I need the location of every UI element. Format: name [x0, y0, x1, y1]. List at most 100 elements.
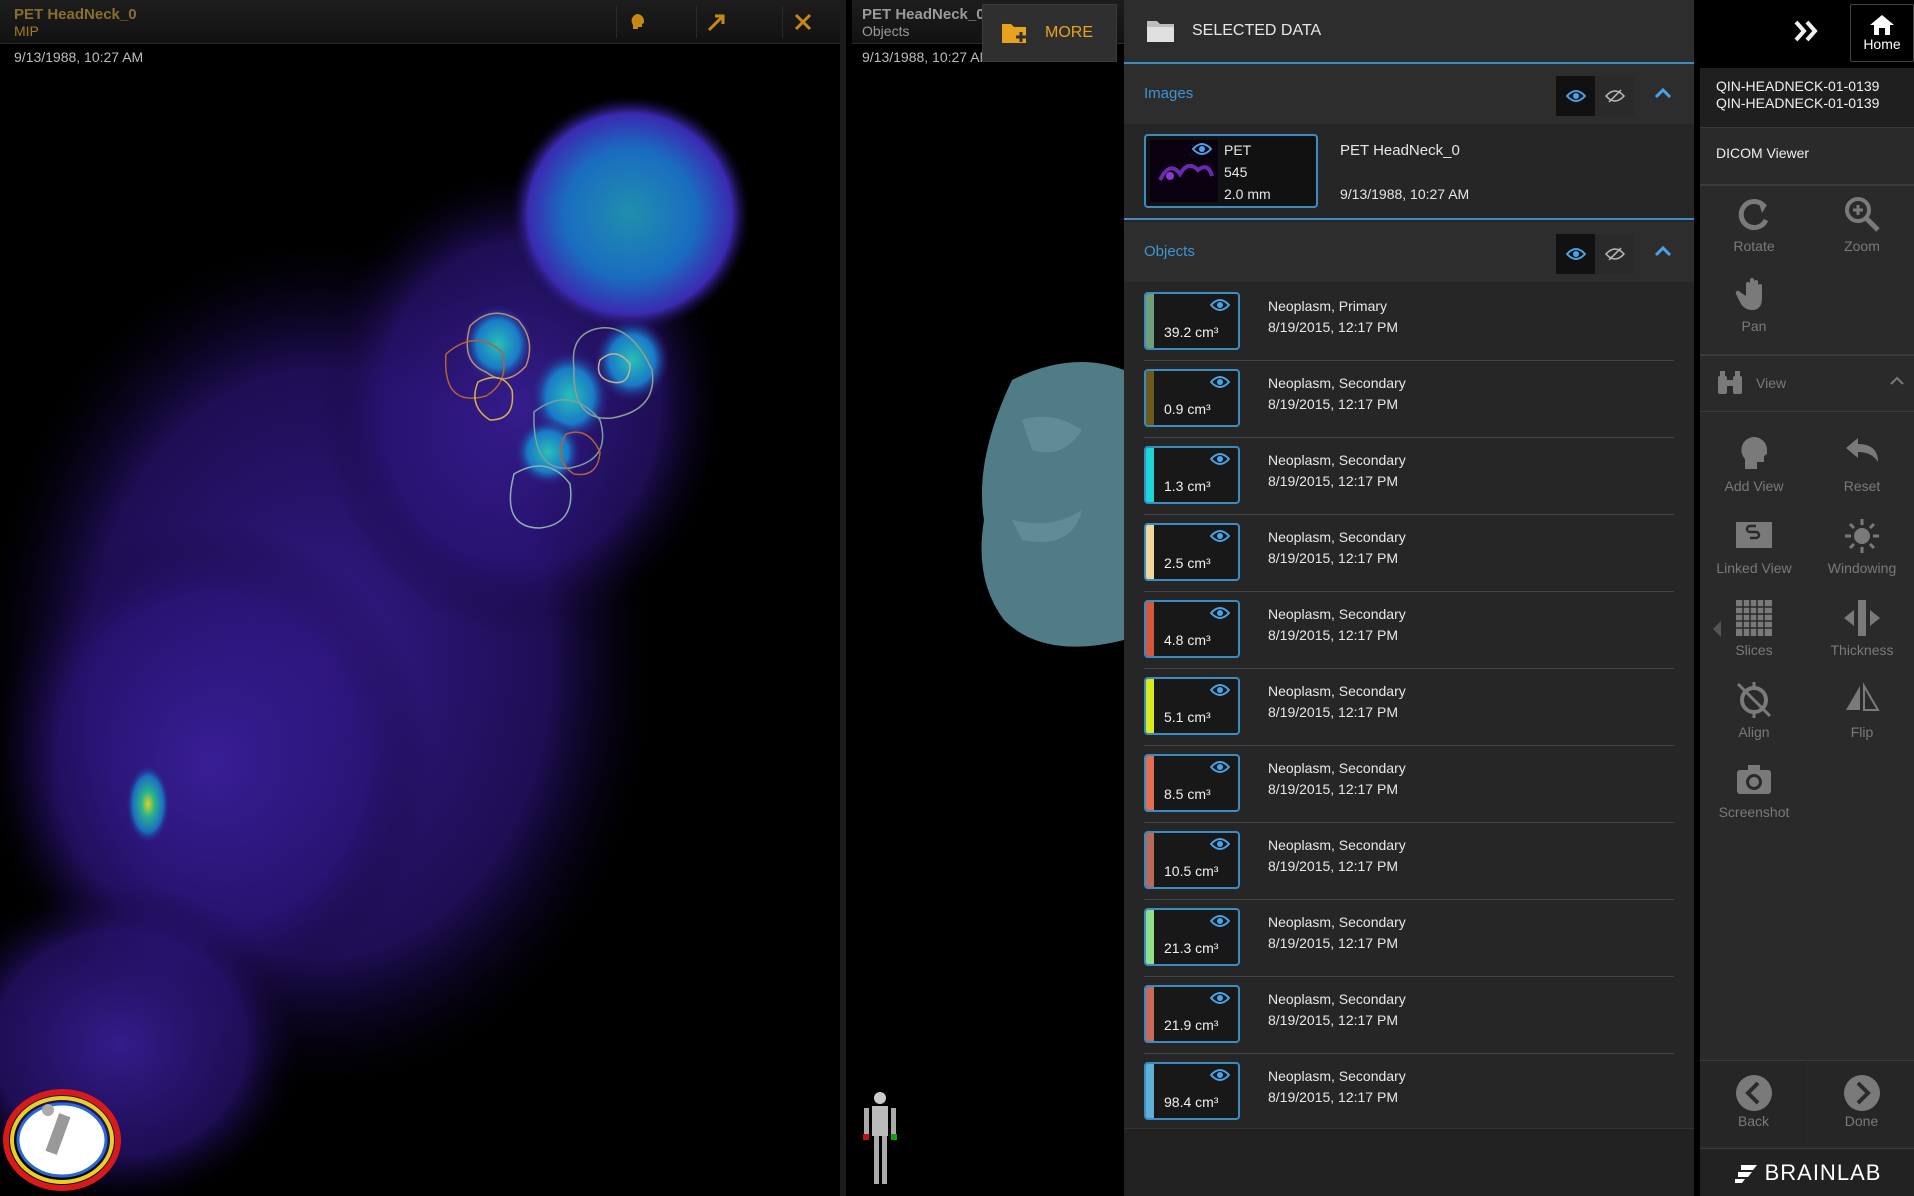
arrow-icon[interactable]	[696, 6, 736, 38]
object-thumbnail[interactable]: 5.1 cm³	[1144, 677, 1240, 735]
images-section-header: Images	[1124, 64, 1694, 124]
object-name: Neoplasm, Secondary	[1268, 760, 1406, 776]
zoom-button[interactable]: Zoom	[1808, 194, 1914, 264]
panel-footer	[1124, 1128, 1694, 1196]
eye-icon[interactable]	[1210, 1068, 1230, 1082]
object-item[interactable]: 10.5 cm³ Neoplasm, Secondary 8/19/2015, 12…	[1124, 823, 1694, 900]
eye-icon[interactable]	[1210, 529, 1230, 543]
object-name: Neoplasm, Secondary	[1268, 837, 1406, 853]
object-thumbnail[interactable]: 21.3 cm³	[1144, 908, 1240, 966]
object-color-bar	[1146, 987, 1154, 1041]
eye-icon[interactable]	[1210, 375, 1230, 389]
home-icon	[1870, 15, 1894, 35]
object-thumbnail[interactable]: 0.9 cm³	[1144, 369, 1240, 427]
object-item[interactable]: 39.2 cm³ Neoplasm, Primary 8/19/2015, 12:1…	[1124, 284, 1694, 361]
eye-icon[interactable]	[1192, 142, 1212, 156]
eye-icon[interactable]	[1210, 837, 1230, 851]
object-thumbnail[interactable]: 10.5 cm³	[1144, 831, 1240, 889]
object-date: 8/19/2015, 12:17 PM	[1268, 550, 1398, 566]
eye-icon[interactable]	[1210, 914, 1230, 928]
image-thumbnail[interactable]: PET 545 2.0 mm	[1144, 134, 1318, 208]
object-color-bar	[1146, 756, 1154, 810]
object-item[interactable]: 8.5 cm³ Neoplasm, Secondary 8/19/2015, 12:…	[1124, 746, 1694, 823]
object-item[interactable]: 0.9 cm³ Neoplasm, Secondary 8/19/2015, 12:…	[1124, 361, 1694, 438]
eye-icon[interactable]	[1210, 606, 1230, 620]
pan-hand-icon	[1735, 278, 1762, 310]
object-thumbnail[interactable]: 98.4 cm³	[1144, 1062, 1240, 1120]
align-button[interactable]: Align	[1700, 680, 1808, 750]
objects-list: 39.2 cm³ Neoplasm, Primary 8/19/2015, 12:1…	[1124, 284, 1694, 1131]
object-thumbnail[interactable]: 21.9 cm³	[1144, 985, 1240, 1043]
eye-icon[interactable]	[1210, 298, 1230, 312]
objects-3d-render[interactable]	[852, 0, 1124, 1196]
screenshot-button[interactable]: Screenshot	[1700, 760, 1808, 830]
eye-icon[interactable]	[1210, 452, 1230, 466]
back-button[interactable]: Back	[1700, 1060, 1807, 1146]
tools-sidebar: QIN-HEADNECK-01-0139 QIN-HEADNECK-01-013…	[1700, 68, 1914, 1196]
rotate-icon	[1738, 199, 1769, 231]
object-name: Neoplasm, Secondary	[1268, 529, 1406, 545]
flip-button[interactable]: Flip	[1808, 680, 1914, 750]
eye-icon[interactable]	[1210, 683, 1230, 697]
view-section-toggle[interactable]: View	[1700, 356, 1914, 412]
object-color-bar	[1146, 602, 1154, 656]
chevron-up-icon[interactable]	[1654, 86, 1672, 100]
viewport-objects[interactable]: PET HeadNeck_0 Objects 9/13/1988, 10:27 …	[852, 0, 1124, 1196]
rotate-label: Rotate	[1733, 238, 1775, 254]
object-thumbnail[interactable]: 2.5 cm³	[1144, 523, 1240, 581]
thickness-button[interactable]: Thickness	[1808, 598, 1914, 668]
image-thickness: 2.0 mm	[1224, 186, 1271, 202]
eye-icon[interactable]	[1210, 991, 1230, 1005]
rotate-button[interactable]: Rotate	[1700, 194, 1808, 264]
home-button[interactable]: Home	[1850, 4, 1914, 62]
object-volume: 4.8 cm³	[1164, 632, 1211, 648]
object-item[interactable]: 98.4 cm³ Neoplasm, Secondary 8/19/2015, 12…	[1124, 1054, 1694, 1131]
chevron-up-icon[interactable]	[1654, 244, 1672, 258]
object-item[interactable]: 2.5 cm³ Neoplasm, Secondary 8/19/2015, 12:…	[1124, 515, 1694, 592]
camera-icon	[1737, 765, 1771, 794]
patient-name: QIN-HEADNECK-01-0139	[1716, 95, 1880, 111]
hide-all-eye-icon[interactable]	[1595, 76, 1634, 116]
patient-card[interactable]: QIN-HEADNECK-01-0139 QIN-HEADNECK-01-013…	[1700, 68, 1914, 128]
show-all-eye-icon[interactable]	[1556, 76, 1595, 116]
linked-view-icon	[1736, 522, 1772, 548]
windowing-button[interactable]: Windowing	[1808, 516, 1914, 586]
object-date: 8/19/2015, 12:17 PM	[1268, 319, 1398, 335]
pet-mip-image[interactable]	[0, 44, 846, 1196]
object-item[interactable]: 1.3 cm³ Neoplasm, Secondary 8/19/2015, 12:…	[1124, 438, 1694, 515]
object-thumbnail[interactable]: 1.3 cm³	[1144, 446, 1240, 504]
viewport-title: PET HeadNeck_0	[862, 6, 985, 23]
reset-button[interactable]: Reset	[1808, 434, 1914, 504]
collapse-panel-icon[interactable]	[1792, 18, 1822, 49]
hide-all-eye-icon[interactable]	[1595, 234, 1634, 274]
object-name: Neoplasm, Primary	[1268, 298, 1388, 314]
object-thumbnail[interactable]: 39.2 cm³	[1144, 292, 1240, 350]
eye-icon[interactable]	[1210, 760, 1230, 774]
object-item[interactable]: 4.8 cm³ Neoplasm, Secondary 8/19/2015, 12:…	[1124, 592, 1694, 669]
add-view-button[interactable]: Add View	[1700, 434, 1808, 504]
thickness-label: Thickness	[1830, 642, 1894, 658]
object-item[interactable]: 21.9 cm³ Neoplasm, Secondary 8/19/2015, 12…	[1124, 977, 1694, 1054]
viewport-mip[interactable]: PET HeadNeck_0 MIP 9/13/1988, 10:27 AM	[0, 0, 846, 1196]
panel-title: SELECTED DATA	[1192, 22, 1322, 39]
object-name: Neoplasm, Secondary	[1268, 683, 1406, 699]
panel-header: SELECTED DATA	[1124, 0, 1694, 64]
windowing-label: Windowing	[1827, 560, 1897, 576]
image-series-item[interactable]: PET 545 2.0 mm PET HeadNeck_0 9/13/1988,…	[1124, 124, 1694, 220]
show-all-eye-icon[interactable]	[1556, 234, 1595, 274]
object-item[interactable]: 21.3 cm³ Neoplasm, Secondary 8/19/2015, 12…	[1124, 900, 1694, 977]
linked-view-button[interactable]: Linked View	[1700, 516, 1808, 586]
close-icon[interactable]	[782, 6, 822, 38]
pan-button[interactable]: Pan	[1700, 274, 1808, 344]
head-icon[interactable]	[616, 6, 656, 38]
expand-left-icon[interactable]	[1712, 620, 1722, 643]
object-thumbnail[interactable]: 4.8 cm³	[1144, 600, 1240, 658]
object-name: Neoplasm, Secondary	[1268, 914, 1406, 930]
more-button[interactable]: MORE	[982, 4, 1117, 62]
object-item[interactable]: 5.1 cm³ Neoplasm, Secondary 8/19/2015, 12:…	[1124, 669, 1694, 746]
done-button[interactable]: Done	[1808, 1060, 1914, 1146]
object-thumbnail[interactable]: 8.5 cm³	[1144, 754, 1240, 812]
object-volume: 1.3 cm³	[1164, 478, 1211, 494]
screenshot-label: Screenshot	[1718, 804, 1790, 820]
images-label: Images	[1144, 85, 1194, 102]
